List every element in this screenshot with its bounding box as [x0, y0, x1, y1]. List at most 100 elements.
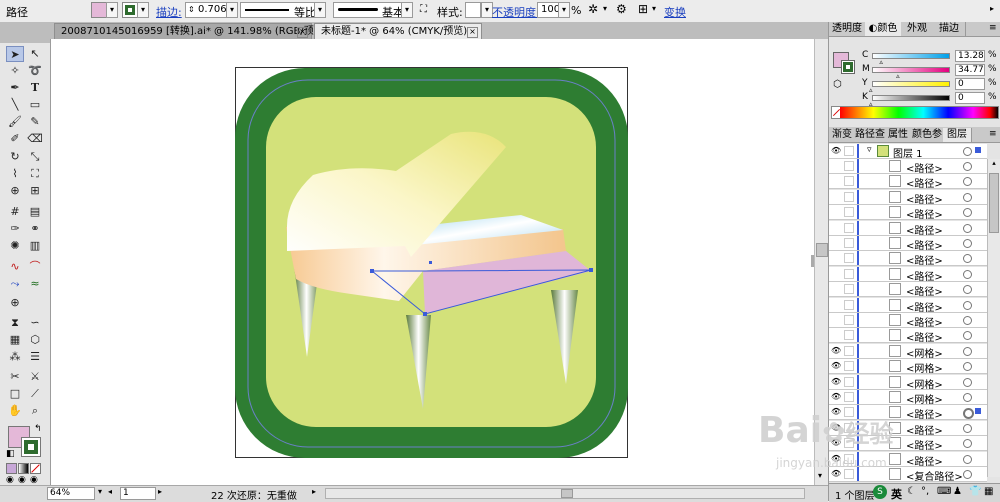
visibility-toggle[interactable] [831, 253, 841, 263]
scroll-up-icon[interactable]: ▴ [989, 159, 999, 171]
draw-inside-icon[interactable]: ◉ [30, 475, 38, 485]
grid-tool-icon[interactable]: ▦ [6, 332, 24, 348]
layer-item-name[interactable]: <路径> [906, 406, 943, 421]
visibility-toggle[interactable] [831, 300, 841, 310]
punctuation-icon[interactable]: °, [921, 486, 929, 497]
anchor-point[interactable] [429, 261, 432, 264]
layer-item-name[interactable]: <路径> [906, 453, 943, 468]
style-swatch[interactable] [465, 2, 481, 18]
layer-item-name[interactable]: <路径> [906, 422, 943, 437]
layer-item[interactable]: 👁 <网格> [829, 374, 987, 391]
visibility-toggle[interactable] [831, 207, 841, 217]
layer-item[interactable]: <路径> [829, 313, 987, 329]
layer-item[interactable]: <路径> [829, 220, 987, 237]
stroke-link[interactable]: 描边: [156, 4, 182, 20]
tab-stroke[interactable]: 描边 [933, 22, 966, 36]
layer-item[interactable]: 👁 <网格> [829, 390, 987, 406]
slider-y[interactable]: Y ▵ 0% [829, 78, 1000, 94]
lock-toggle[interactable] [844, 376, 854, 387]
user-icon[interactable]: ♟ [953, 486, 962, 497]
prev-artboard-icon[interactable]: ◂ [108, 487, 112, 496]
visibility-toggle[interactable] [831, 223, 841, 233]
lock-toggle[interactable] [844, 315, 854, 325]
target-icon[interactable] [963, 423, 972, 433]
channel-value-input[interactable]: 0 [955, 78, 985, 90]
selection-tool-icon[interactable]: ➤ [6, 46, 24, 62]
recolor-icon[interactable]: ✲ [588, 2, 598, 16]
layer-target-icon[interactable] [963, 147, 972, 156]
tab-document-2[interactable]: 未标题-1* @ 64% (CMYK/预览) × [314, 23, 482, 39]
anchor-point[interactable] [423, 312, 427, 316]
stroke-swatch[interactable] [21, 437, 41, 457]
transform-link[interactable]: 变换 [664, 4, 686, 20]
eye-icon[interactable]: 👁 [831, 377, 841, 387]
draw-mode-icon[interactable]: ◉ [6, 475, 14, 485]
shirt-icon[interactable]: 👕 [969, 486, 981, 497]
layer-item-name[interactable]: <路径> [906, 237, 943, 252]
gear-icon[interactable]: ⚙ [616, 2, 627, 16]
fill-color-swatch[interactable] [91, 2, 107, 18]
chevron-down-icon[interactable]: ▿ [867, 145, 872, 155]
layer-item[interactable]: <路径> [829, 266, 987, 283]
layer-item-name[interactable]: <路径> [906, 283, 943, 298]
layers-scrollbar[interactable]: ▴ [987, 159, 1000, 477]
layer-item[interactable]: <路径> [829, 251, 987, 267]
eye-icon[interactable]: 👁 [831, 392, 841, 402]
paintbrush-tool-icon[interactable]: 🖌 [6, 114, 24, 130]
visibility-toggle[interactable] [831, 315, 841, 325]
color-mode-icon[interactable] [6, 463, 17, 474]
visibility-toggle[interactable] [831, 238, 841, 248]
rectangle-tool-icon[interactable]: ▭ [26, 97, 44, 113]
target-icon[interactable] [963, 208, 972, 218]
gradient-tool-icon[interactable]: ▤ [26, 204, 44, 220]
ime-logo[interactable]: S [873, 485, 887, 499]
close-icon[interactable]: × [467, 27, 478, 38]
lock-toggle[interactable] [844, 161, 854, 171]
layer-item-name[interactable]: <网格> [906, 391, 943, 406]
none-mode-icon[interactable] [30, 463, 41, 474]
profile-dropdown[interactable]: ▾ [314, 2, 326, 18]
hand-tool-icon[interactable]: ✋ [6, 403, 24, 419]
blob-brush-tool-icon[interactable]: ✐ [6, 131, 24, 147]
lock-toggle[interactable] [844, 207, 854, 218]
next-artboard-icon[interactable]: ▸ [158, 487, 162, 496]
visibility-toggle[interactable] [831, 161, 841, 171]
layer-item-name[interactable]: <路径> [906, 206, 943, 221]
layer-item-name[interactable]: <路径> [906, 222, 943, 237]
distort-tool-icon[interactable]: ∽ [26, 315, 44, 331]
target-icon[interactable] [963, 377, 972, 387]
eraser-tool-icon[interactable]: ⌫ [26, 131, 44, 147]
channel-value-input[interactable]: 34.77 [955, 64, 985, 76]
rotate-tool-icon[interactable]: ↻ [6, 149, 24, 165]
target-icon[interactable] [963, 470, 972, 479]
tab-document-1[interactable]: 2008710145016959 [转换].ai* @ 141.98% (RGB… [54, 23, 328, 39]
stepper-icon[interactable]: ⇕ [188, 3, 195, 17]
warp-tool-icon[interactable]: ⌇ [6, 166, 24, 182]
hscroll-thumb[interactable] [561, 489, 573, 498]
layer-item-name[interactable]: <路径> [906, 252, 943, 267]
target-icon[interactable] [963, 162, 972, 171]
layers-scroll-thumb[interactable] [989, 173, 999, 233]
stroke-width-dropdown[interactable]: ▾ [226, 2, 238, 18]
tab-layers[interactable]: 图层 [943, 128, 972, 142]
symbol-sprayer-tool-icon[interactable]: ✺ [6, 238, 24, 254]
free-transform-tool-icon[interactable]: ⛶ [26, 166, 44, 182]
grid-icon[interactable]: ▦ [984, 486, 993, 497]
lock-toggle[interactable] [844, 469, 854, 479]
lock-toggle[interactable] [844, 268, 854, 279]
ime-language[interactable]: 英 [891, 486, 902, 502]
lock-toggle[interactable] [844, 253, 854, 264]
artwork[interactable] [51, 39, 814, 485]
target-icon[interactable] [963, 362, 972, 372]
artboard-tool-icon[interactable]: □ [6, 386, 24, 402]
scatter-tool-icon[interactable]: ⁂ [6, 349, 24, 365]
layer-item[interactable]: <路径> [829, 159, 987, 175]
eyedropper-tool-icon[interactable]: ✑ [6, 221, 24, 237]
default-colors-icon[interactable]: ◧ [6, 449, 15, 459]
line-tool-icon[interactable]: ╲ [6, 97, 24, 113]
channel-ramp[interactable] [872, 67, 950, 73]
pen-curve-tool-icon[interactable]: ∿ [6, 259, 24, 275]
layer-item-name[interactable]: <网格> [906, 345, 943, 360]
visibility-toggle[interactable] [831, 192, 841, 202]
draw-behind-icon[interactable]: ◉ [18, 475, 26, 485]
